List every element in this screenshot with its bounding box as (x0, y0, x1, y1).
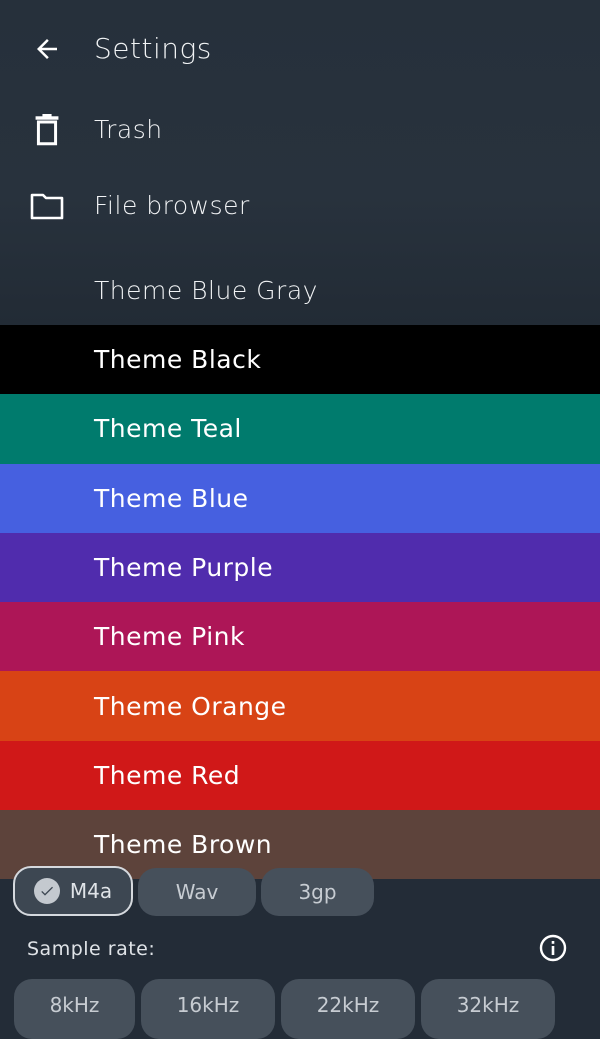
theme-list: Theme Black Theme Teal Theme Blue Theme … (0, 325, 600, 880)
settings-header: Settings Trash File browser Theme Blue G… (0, 0, 600, 325)
theme-option-orange[interactable]: Theme Orange (0, 671, 600, 741)
sample-rate-option: 22kHz (316, 993, 380, 1017)
sample-rate-option: 32kHz (456, 993, 520, 1017)
theme-label: Theme Brown (94, 830, 273, 860)
sample-rate-option: 8kHz (49, 993, 100, 1017)
theme-option-blue[interactable]: Theme Blue (0, 463, 600, 533)
theme-label: Theme Purple (94, 553, 274, 583)
theme-label: Theme Black (94, 345, 262, 375)
check-icon (33, 878, 60, 904)
format-label: 3gp (298, 880, 337, 904)
sample-rate-chip-16khz[interactable]: 16kHz (141, 979, 275, 1039)
format-label: M4a (69, 879, 113, 903)
page-title: Settings (94, 32, 212, 65)
theme-option-blue-gray[interactable]: Theme Blue Gray (94, 276, 318, 305)
sample-rate-chip-22khz[interactable]: 22kHz (281, 979, 415, 1039)
sample-rate-chip-8khz[interactable]: 8kHz (14, 979, 135, 1039)
theme-option-teal[interactable]: Theme Teal (0, 394, 600, 464)
theme-option-black[interactable]: Theme Black (0, 325, 600, 395)
sample-rate-chip-32khz[interactable]: 32kHz (421, 979, 555, 1039)
folder-icon (28, 187, 66, 225)
file-browser-label: File browser (94, 191, 250, 220)
theme-option-purple[interactable]: Theme Purple (0, 532, 600, 603)
theme-label: Theme Orange (94, 691, 287, 721)
theme-option-red[interactable]: Theme Red (0, 740, 600, 811)
theme-label: Theme Teal (94, 414, 242, 444)
trash-icon (28, 111, 66, 149)
format-chip-m4a[interactable]: M4a (13, 866, 133, 916)
trash-label: Trash (94, 115, 163, 144)
theme-option-pink[interactable]: Theme Pink (0, 602, 600, 672)
sample-rate-label: Sample rate: (27, 938, 156, 960)
back-arrow-icon[interactable] (28, 30, 66, 68)
info-icon[interactable] (538, 933, 568, 963)
format-chip-wav[interactable]: Wav (138, 868, 256, 916)
sample-rate-option: 16kHz (176, 993, 240, 1017)
format-label: Wav (175, 880, 219, 904)
format-chip-3gp[interactable]: 3gp (261, 868, 374, 916)
theme-label: Theme Pink (94, 622, 245, 652)
theme-label: Theme Red (94, 760, 241, 790)
theme-label: Theme Blue (94, 483, 249, 513)
